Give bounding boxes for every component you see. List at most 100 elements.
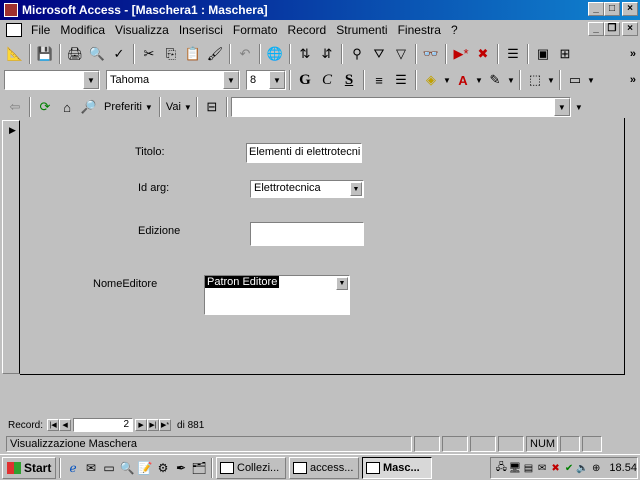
chevron-down-icon[interactable]: ▼ xyxy=(83,71,99,89)
new-record-icon[interactable]: ▶* xyxy=(450,43,472,65)
fill-color-icon[interactable]: ◈ xyxy=(420,69,442,91)
menu-file[interactable]: File xyxy=(26,23,55,37)
new-record-nav-button[interactable]: ▶* xyxy=(159,419,172,431)
save-icon[interactable]: 💾 xyxy=(34,43,56,65)
task-collezione[interactable]: Collezi... xyxy=(216,456,286,479)
record-number-input[interactable]: 2 xyxy=(73,418,134,432)
nome-editore-listbox[interactable]: Patron Editore ▼ xyxy=(204,275,350,315)
italic-button[interactable]: C xyxy=(316,69,338,91)
chevron-down-icon[interactable]: ▼ xyxy=(350,182,362,196)
internet-explorer-icon[interactable]: ℯ xyxy=(64,459,82,477)
show-desktop-icon[interactable]: ▭ xyxy=(100,459,118,477)
mdi-minimize-button[interactable]: _ xyxy=(588,22,604,36)
bold-button[interactable]: G xyxy=(294,69,316,91)
line-width-icon[interactable]: ▭ xyxy=(564,69,586,91)
idarg-combo[interactable]: Elettrotecnica ▼ xyxy=(250,180,364,198)
chevron-down-icon[interactable]: ▼ xyxy=(223,71,239,89)
chevron-down-icon[interactable]: ▼ xyxy=(269,71,285,89)
speaker-icon[interactable]: 🔈 xyxy=(576,461,589,475)
start-button[interactable]: Start xyxy=(2,456,56,479)
pen-icon[interactable]: ✒ xyxy=(172,459,190,477)
task-maschera[interactable]: Masc... xyxy=(362,456,432,479)
toolbar-more-icon[interactable]: » xyxy=(630,74,636,86)
align-center-icon[interactable]: ≡ xyxy=(368,69,390,91)
last-record-button[interactable]: ▶| xyxy=(147,419,160,431)
copy-icon[interactable]: ⎘ xyxy=(160,43,182,65)
favorites-menu[interactable]: Preferiti xyxy=(104,101,142,113)
list-item-selected[interactable]: Patron Editore xyxy=(205,276,280,288)
mdi-restore-button[interactable]: ❐ xyxy=(604,22,620,36)
mdi-close-button[interactable]: × xyxy=(622,22,638,36)
sort-ascending-icon[interactable]: ⇅ xyxy=(294,43,316,65)
refresh-icon[interactable]: ⟳ xyxy=(34,96,56,118)
font-combo[interactable]: Tahoma ▼ xyxy=(106,70,240,90)
database-window-icon[interactable]: ▣ xyxy=(532,43,554,65)
underline-button[interactable]: S xyxy=(338,69,360,91)
menu-modifica[interactable]: Modifica xyxy=(55,23,110,37)
chevron-down-icon[interactable]: ▼ xyxy=(474,69,484,91)
monitor-icon[interactable]: 🖥 xyxy=(509,461,522,475)
maximize-button[interactable]: □ xyxy=(604,2,620,16)
view-design-icon[interactable]: 📐 xyxy=(4,43,26,65)
scheduler-icon[interactable]: ▤ xyxy=(522,461,535,475)
menu-record[interactable]: Record xyxy=(283,23,332,37)
new-object-icon[interactable]: ⊞ xyxy=(554,43,576,65)
goto-menu[interactable]: Vai xyxy=(166,101,181,113)
special-effect-icon[interactable]: ⬚ xyxy=(524,69,546,91)
antivirus-icon[interactable]: ⊕ xyxy=(590,461,603,475)
undo-icon[interactable]: ↶ xyxy=(234,43,256,65)
explorer-icon[interactable]: 🗂 xyxy=(190,459,208,477)
chevron-down-icon[interactable]: ▼ xyxy=(553,98,570,116)
format-painter-icon[interactable]: 🖌 xyxy=(204,43,226,65)
task-access-doc[interactable]: access... xyxy=(289,456,359,479)
print-preview-icon[interactable]: 🔍 xyxy=(86,43,108,65)
disconnected-icon[interactable]: ✖ xyxy=(549,461,562,475)
apply-filter-icon[interactable]: ▽ xyxy=(390,43,412,65)
chevron-down-icon[interactable]: ▼ xyxy=(546,69,556,91)
record-selector[interactable]: ▶ xyxy=(2,120,20,374)
tool-icon[interactable]: ⚙ xyxy=(154,459,172,477)
address-combo[interactable]: ▼ xyxy=(230,97,571,117)
filter-by-form-icon[interactable]: ⛛ xyxy=(368,43,390,65)
paste-icon[interactable]: 📋 xyxy=(182,43,204,65)
back-icon[interactable]: ⇦ xyxy=(4,96,26,118)
notepad-icon[interactable]: 📝 xyxy=(136,459,154,477)
spelling-icon[interactable]: ✓ xyxy=(108,43,130,65)
menu-help[interactable]: ? xyxy=(446,23,463,37)
mail-icon[interactable]: ✉ xyxy=(536,461,549,475)
hyperlink-icon[interactable]: 🌐 xyxy=(264,43,286,65)
check-icon[interactable]: ✔ xyxy=(563,461,576,475)
toolbar-more-icon[interactable]: » xyxy=(630,48,636,60)
cut-icon[interactable]: ✂ xyxy=(138,43,160,65)
menu-strumenti[interactable]: Strumenti xyxy=(331,23,392,37)
print-icon[interactable]: 🖨 xyxy=(64,43,86,65)
line-color-icon[interactable]: ✎ xyxy=(484,69,506,91)
menu-inserisci[interactable]: Inserisci xyxy=(174,23,228,37)
properties-icon[interactable]: ☰ xyxy=(502,43,524,65)
network-icon[interactable]: 🖧 xyxy=(495,461,508,475)
chevron-down-icon[interactable]: ▼ xyxy=(506,69,516,91)
menu-visualizza[interactable]: Visualizza xyxy=(110,23,174,37)
object-combo[interactable]: ▼ xyxy=(4,70,100,90)
chevron-down-icon[interactable]: ▼ xyxy=(575,103,583,112)
form-document-icon[interactable] xyxy=(6,23,22,37)
minimize-button[interactable]: _ xyxy=(588,2,604,16)
search-web-icon[interactable]: 🔎 xyxy=(78,96,100,118)
previous-record-button[interactable]: ◀ xyxy=(59,419,72,431)
edizione-field[interactable] xyxy=(250,222,364,246)
first-record-button[interactable]: |◀ xyxy=(47,419,60,431)
filter-by-selection-icon[interactable]: ⚲ xyxy=(346,43,368,65)
chevron-down-icon[interactable]: ▼ xyxy=(336,277,348,290)
align-right-icon[interactable]: ☰ xyxy=(390,69,412,91)
delete-record-icon[interactable]: ✖ xyxy=(472,43,494,65)
chevron-down-icon[interactable]: ▼ xyxy=(586,69,596,91)
menu-finestra[interactable]: Finestra xyxy=(393,23,446,37)
menu-formato[interactable]: Formato xyxy=(228,23,283,37)
outlook-icon[interactable]: ✉ xyxy=(82,459,100,477)
font-color-icon[interactable]: A xyxy=(452,69,474,91)
search-icon[interactable]: 🔍 xyxy=(118,459,136,477)
home-icon[interactable]: ⌂ xyxy=(56,96,78,118)
show-only-web-toolbar-icon[interactable]: ⊟ xyxy=(201,96,223,118)
next-record-button[interactable]: ▶ xyxy=(135,419,148,431)
chevron-down-icon[interactable]: ▼ xyxy=(442,69,452,91)
